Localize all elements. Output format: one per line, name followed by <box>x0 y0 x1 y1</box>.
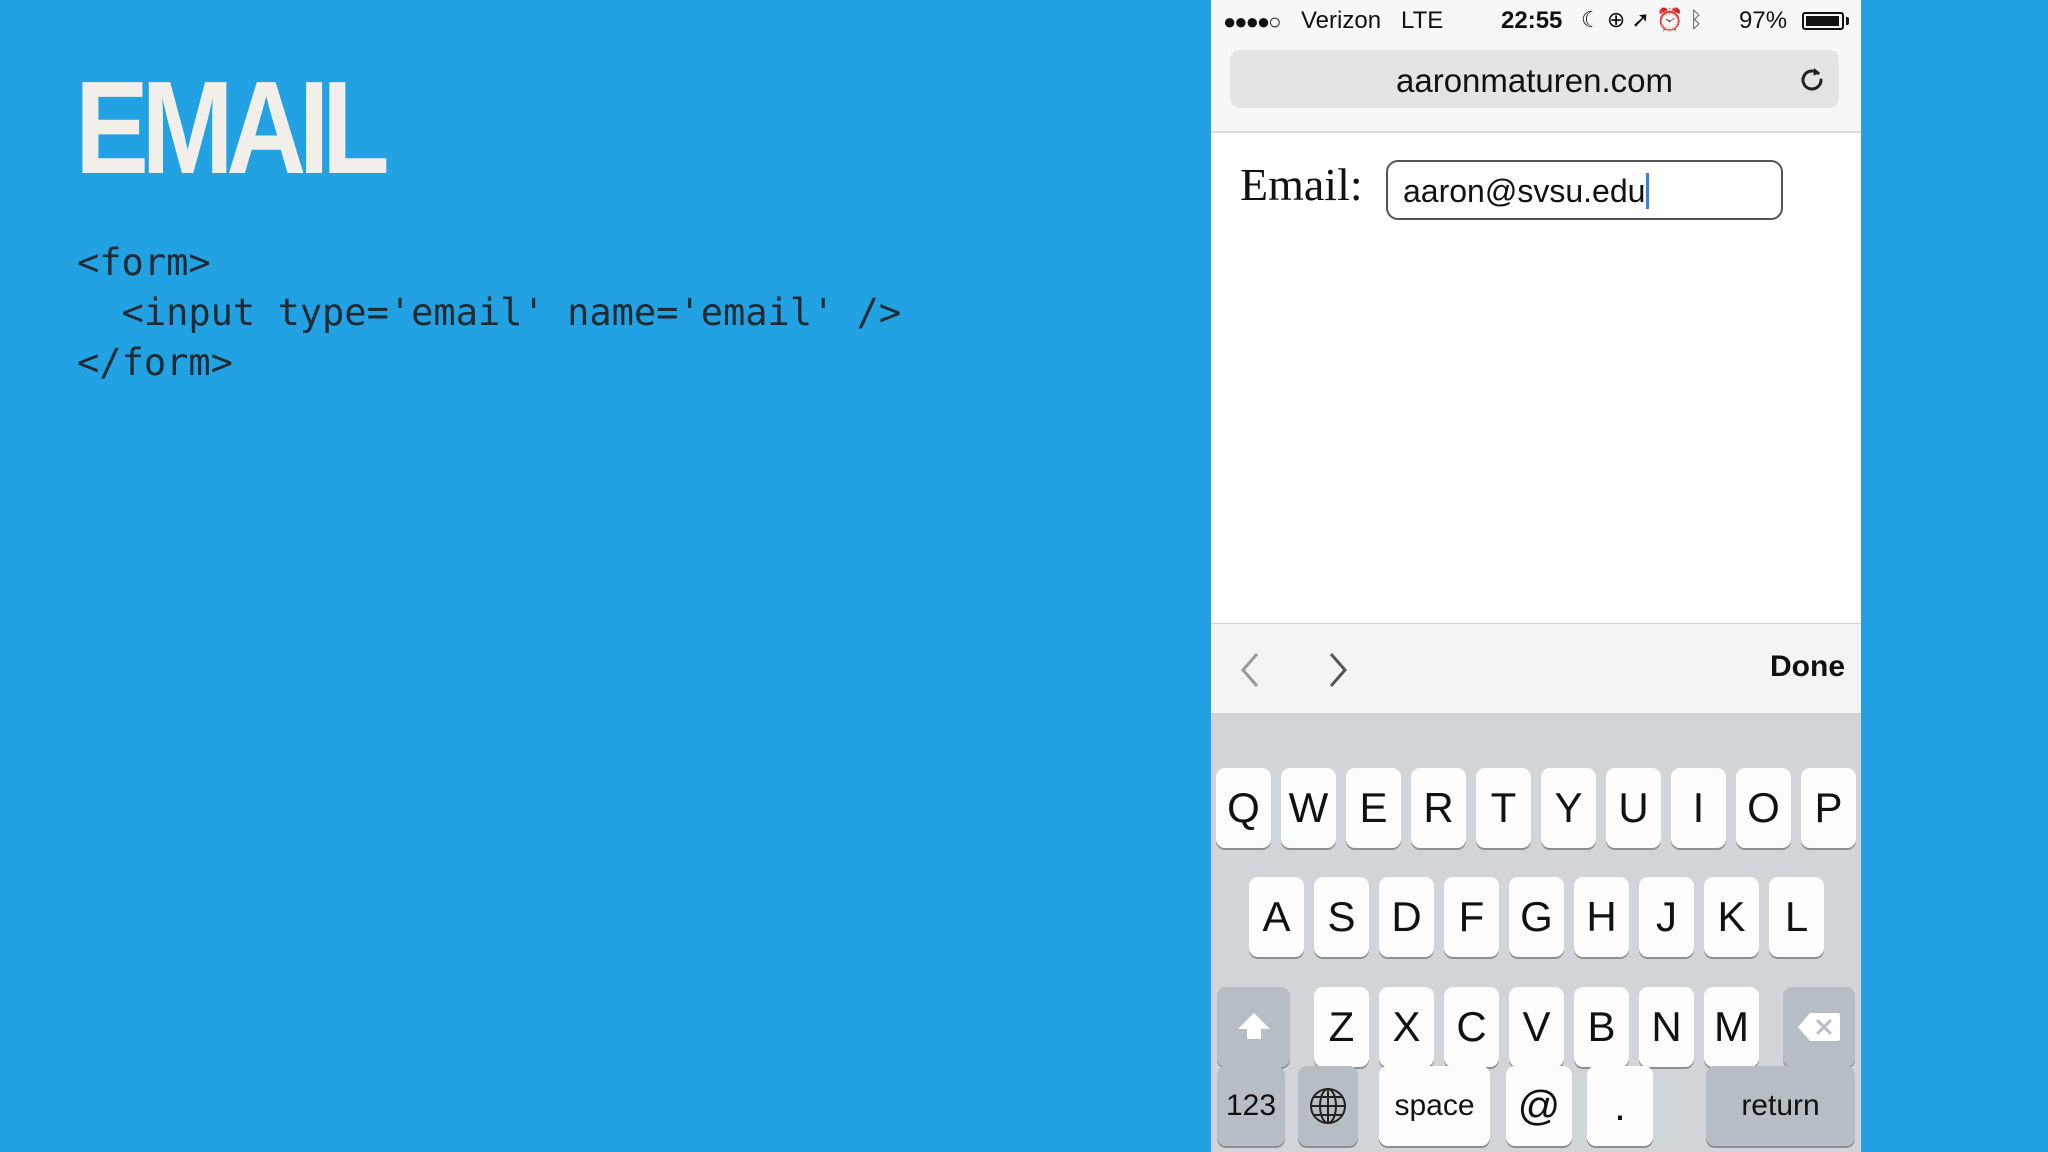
battery-percent: 97% <box>1739 7 1788 34</box>
key-d[interactable]: D <box>1379 877 1434 957</box>
key-q[interactable]: Q <box>1216 768 1271 848</box>
email-input-value[interactable]: aaron@svsu.edu <box>1403 173 1650 209</box>
email-label: Email: <box>1240 159 1363 210</box>
key-h[interactable]: H <box>1574 877 1629 957</box>
battery-icon <box>1802 12 1844 30</box>
key-t[interactable]: T <box>1476 768 1531 848</box>
network-type: LTE <box>1401 7 1444 34</box>
key-r[interactable]: R <box>1411 768 1466 848</box>
previous-field-icon[interactable] <box>1233 648 1269 692</box>
rotation-lock-icon: ⊕ <box>1606 7 1626 32</box>
key-k[interactable]: K <box>1704 877 1759 957</box>
battery-nub <box>1846 17 1849 25</box>
key-x[interactable]: X <box>1379 987 1434 1067</box>
key-s[interactable]: S <box>1314 877 1369 957</box>
slide-title: EMAIL <box>75 54 390 201</box>
reload-icon[interactable] <box>1796 64 1828 96</box>
numbers-key[interactable]: 123 <box>1217 1066 1285 1146</box>
code-snippet: <form> <input type='email' name='email' … <box>77 241 902 384</box>
delete-key[interactable] <box>1783 987 1855 1067</box>
battery-fill <box>1806 16 1839 26</box>
key-y[interactable]: Y <box>1541 768 1596 848</box>
carrier-name: Verizon <box>1301 7 1382 34</box>
dot-key[interactable]: . <box>1587 1066 1653 1146</box>
globe-key[interactable] <box>1298 1066 1358 1146</box>
key-b[interactable]: B <box>1574 987 1629 1067</box>
onscreen-keyboard: Q W E R T Y U I O P A S D F G H J K L Z … <box>1211 713 1861 1152</box>
address-bar[interactable]: aaronmaturen.com <box>1230 50 1839 108</box>
url-text[interactable]: aaronmaturen.com <box>1230 62 1839 100</box>
keyboard-accessory-bar: Done <box>1211 623 1861 714</box>
bluetooth-icon: ᛒ <box>1689 7 1703 32</box>
key-v[interactable]: V <box>1509 987 1564 1067</box>
key-e[interactable]: E <box>1346 768 1401 848</box>
phone-screen: ●●●●○ Verizon LTE 22:55 ☾ ⊕ ➚ ⏰ ᛒ 97% aa… <box>1211 0 1861 1152</box>
status-time: 22:55 <box>1501 7 1563 34</box>
key-n[interactable]: N <box>1639 987 1694 1067</box>
key-a[interactable]: A <box>1249 877 1304 957</box>
key-c[interactable]: C <box>1444 987 1499 1067</box>
alarm-icon: ⏰ <box>1655 7 1684 32</box>
signal-strength: ●●●●○ <box>1223 9 1281 34</box>
next-field-icon[interactable] <box>1319 648 1355 692</box>
key-z[interactable]: Z <box>1314 987 1369 1067</box>
key-w[interactable]: W <box>1281 768 1336 848</box>
key-l[interactable]: L <box>1769 877 1824 957</box>
shift-icon <box>1237 1013 1270 1039</box>
key-o[interactable]: O <box>1736 768 1791 848</box>
key-i[interactable]: I <box>1671 768 1726 848</box>
browser-toolbar: aaronmaturen.com <box>1211 42 1861 133</box>
done-button[interactable]: Done <box>1770 650 1845 684</box>
key-f[interactable]: F <box>1444 877 1499 957</box>
backspace-icon <box>1798 1013 1840 1041</box>
globe-icon <box>1310 1088 1346 1124</box>
key-g[interactable]: G <box>1509 877 1564 957</box>
status-icons: ☾ ⊕ ➚ ⏰ ᛒ <box>1581 7 1703 33</box>
email-input[interactable]: aaron@svsu.edu <box>1386 160 1783 220</box>
key-j[interactable]: J <box>1639 877 1694 957</box>
location-arrow-icon: ➚ <box>1631 7 1650 32</box>
key-p[interactable]: P <box>1801 768 1856 848</box>
key-u[interactable]: U <box>1606 768 1661 848</box>
return-key[interactable]: return <box>1706 1066 1855 1146</box>
shift-key[interactable] <box>1217 987 1290 1067</box>
status-bar: ●●●●○ Verizon LTE 22:55 ☾ ⊕ ➚ ⏰ ᛒ 97% <box>1211 0 1861 42</box>
space-key[interactable]: space <box>1379 1066 1490 1146</box>
at-key[interactable]: @ <box>1506 1066 1572 1146</box>
moon-icon: ☾ <box>1581 7 1601 32</box>
key-m[interactable]: M <box>1704 987 1759 1067</box>
